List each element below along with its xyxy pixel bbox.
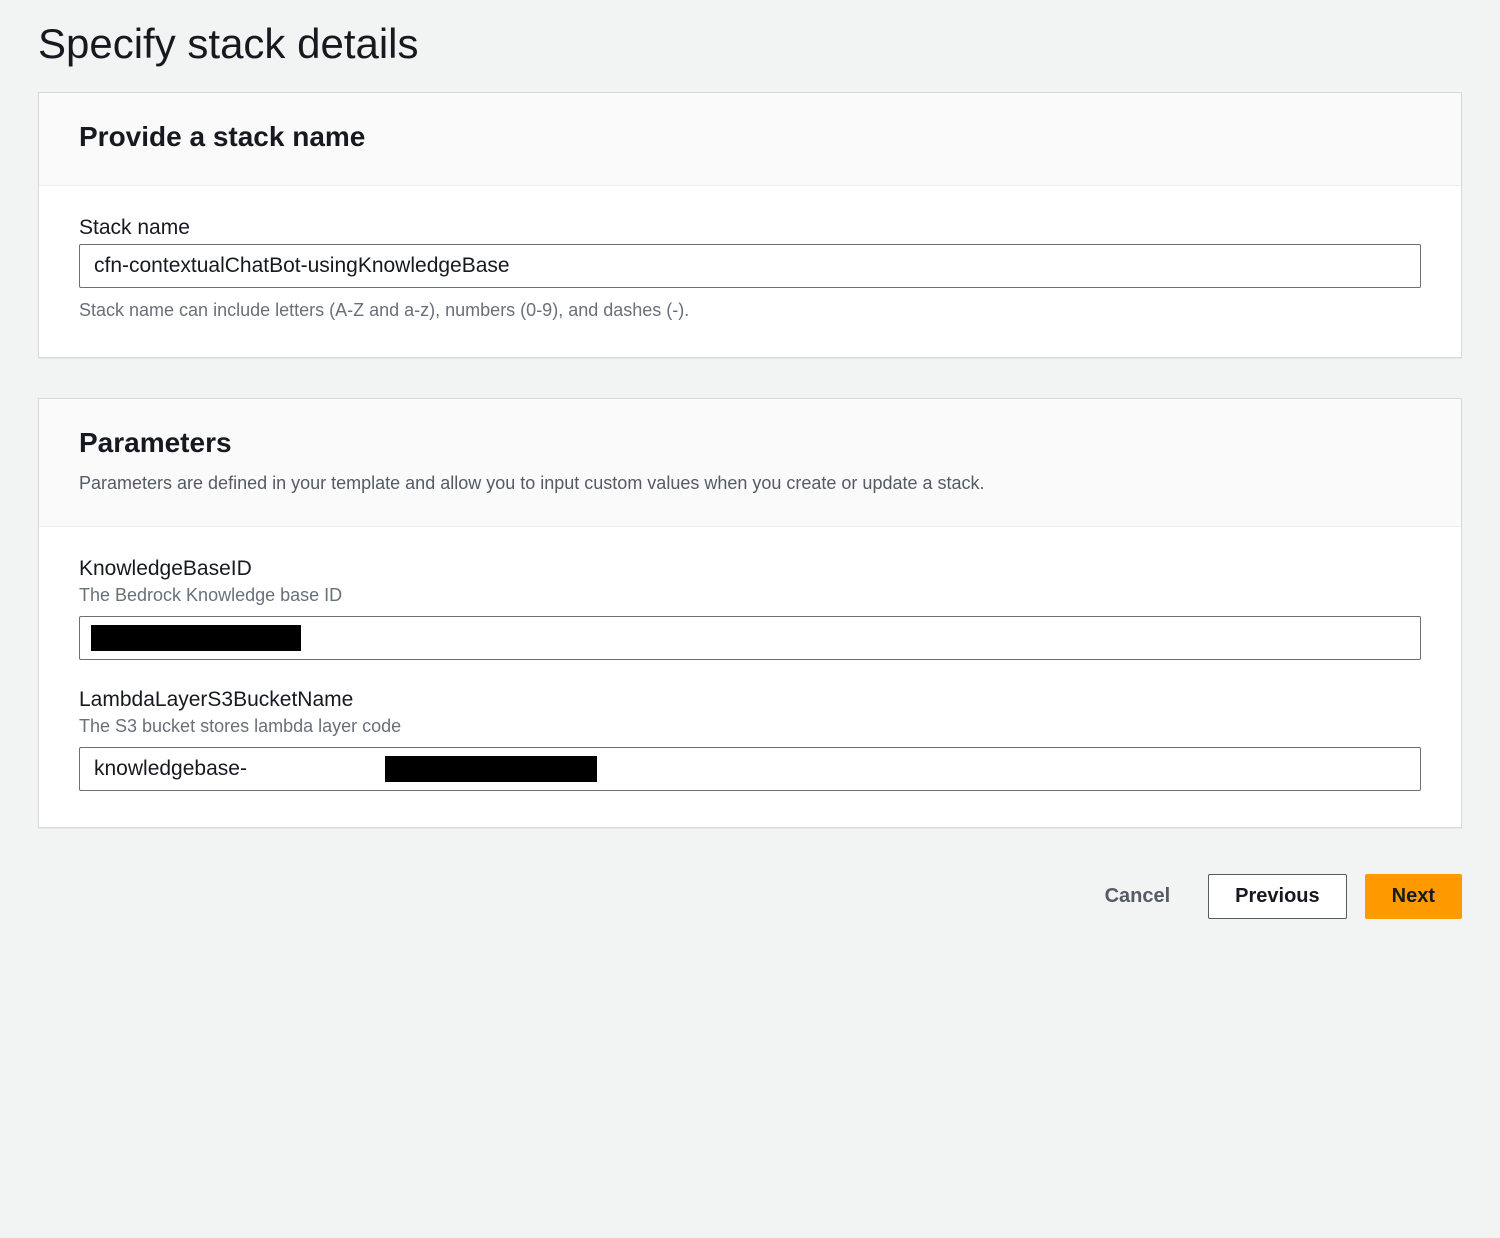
stack-name-panel-title: Provide a stack name — [79, 121, 1421, 153]
lambda-layer-bucket-input-wrapper — [79, 747, 1421, 791]
stack-name-field-group: Stack name Stack name can include letter… — [79, 216, 1421, 321]
stack-name-panel: Provide a stack name Stack name Stack na… — [38, 92, 1462, 358]
stack-name-input[interactable] — [79, 244, 1421, 288]
parameters-panel-body: KnowledgeBaseID The Bedrock Knowledge ba… — [39, 527, 1461, 827]
knowledge-base-id-field-group: KnowledgeBaseID The Bedrock Knowledge ba… — [79, 557, 1421, 660]
next-button[interactable]: Next — [1365, 874, 1462, 919]
knowledge-base-id-description: The Bedrock Knowledge base ID — [79, 585, 1421, 606]
parameters-panel-header: Parameters Parameters are defined in you… — [39, 399, 1461, 527]
knowledge-base-id-label: KnowledgeBaseID — [79, 557, 1421, 581]
page-title: Specify stack details — [0, 0, 1500, 92]
knowledge-base-id-input-wrapper — [79, 616, 1421, 660]
lambda-layer-bucket-description: The S3 bucket stores lambda layer code — [79, 716, 1421, 737]
knowledge-base-id-input[interactable] — [79, 616, 1421, 660]
parameters-panel: Parameters Parameters are defined in you… — [38, 398, 1462, 828]
button-row: Cancel Previous Next — [0, 874, 1500, 919]
parameters-panel-title: Parameters — [79, 427, 1421, 459]
lambda-layer-bucket-label: LambdaLayerS3BucketName — [79, 688, 1421, 712]
stack-name-label: Stack name — [79, 216, 1421, 240]
parameters-panel-subtitle: Parameters are defined in your template … — [79, 473, 1421, 494]
stack-name-panel-body: Stack name Stack name can include letter… — [39, 186, 1461, 357]
stack-name-helper: Stack name can include letters (A-Z and … — [79, 300, 1421, 321]
stack-name-panel-header: Provide a stack name — [39, 93, 1461, 186]
previous-button[interactable]: Previous — [1208, 874, 1346, 919]
lambda-layer-bucket-field-group: LambdaLayerS3BucketName The S3 bucket st… — [79, 688, 1421, 791]
lambda-layer-bucket-input[interactable] — [79, 747, 1421, 791]
cancel-button[interactable]: Cancel — [1085, 875, 1191, 918]
